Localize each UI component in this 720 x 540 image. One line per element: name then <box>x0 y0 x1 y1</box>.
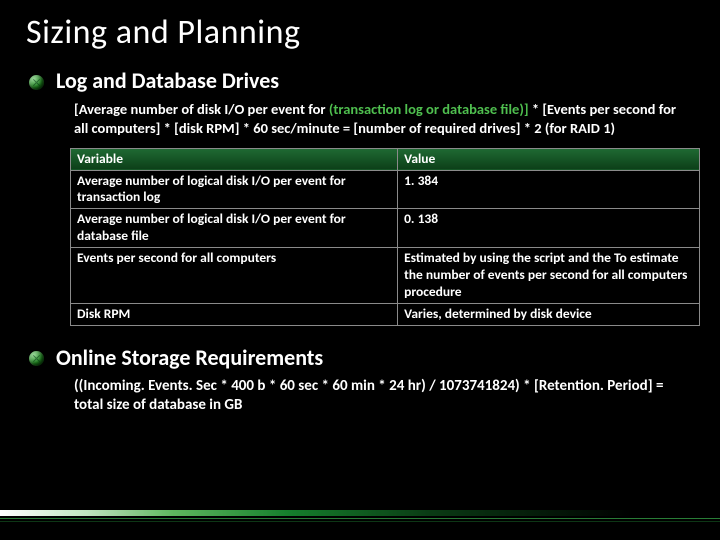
section-log-db-drives: Log and Database Drives <box>26 67 694 94</box>
formula-log-db: [Average number of disk I/O per event fo… <box>26 100 694 138</box>
table-row: Average number of logical disk I/O per e… <box>71 209 700 248</box>
bullet-icon <box>26 71 46 93</box>
formula-part-a: [Average number of disk I/O per event fo… <box>74 100 329 118</box>
table-row: Disk RPM Varies, determined by disk devi… <box>71 303 700 325</box>
slide-title: Sizing and Planning <box>26 12 694 53</box>
formula-storage: ((Incoming. Events. Sec * 400 b * 60 sec… <box>26 377 694 416</box>
formula-highlight: (transaction log or database file)] <box>329 100 529 118</box>
section-online-storage: Online Storage Requirements <box>26 344 694 371</box>
cell-variable: Disk RPM <box>71 303 398 325</box>
cell-variable: Average number of logical disk I/O per e… <box>71 209 398 248</box>
cell-value: 1. 384 <box>398 170 700 209</box>
header-value: Value <box>398 148 700 170</box>
footer-decoration <box>0 510 720 526</box>
table-header-row: Variable Value <box>71 148 700 170</box>
cell-value: Estimated by using the script and the To… <box>398 248 700 304</box>
header-variable: Variable <box>71 148 398 170</box>
cell-value: 0. 138 <box>398 209 700 248</box>
table-row: Average number of logical disk I/O per e… <box>71 170 700 209</box>
cell-variable: Average number of logical disk I/O per e… <box>71 170 398 209</box>
cell-variable: Events per second for all computers <box>71 248 398 304</box>
table-row: Events per second for all computers Esti… <box>71 248 700 304</box>
section-heading-2: Online Storage Requirements <box>56 344 323 371</box>
section-heading-1: Log and Database Drives <box>56 67 279 94</box>
cell-value: Varies, determined by disk device <box>398 303 700 325</box>
slide: Sizing and Planning Log and Database Dri… <box>0 0 720 540</box>
bullet-icon <box>26 348 46 370</box>
variables-table: Variable Value Average number of logical… <box>70 148 700 326</box>
